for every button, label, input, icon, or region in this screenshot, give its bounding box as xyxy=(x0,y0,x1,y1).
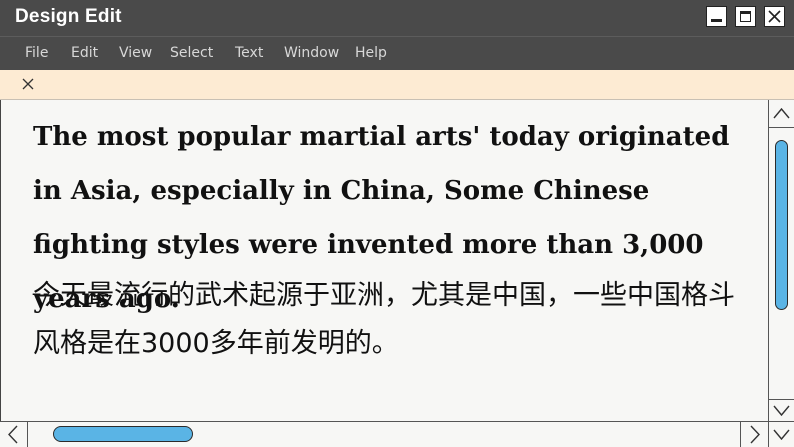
vertical-scroll-thumb[interactable] xyxy=(775,140,788,310)
close-icon xyxy=(768,10,781,23)
chevron-down-icon xyxy=(773,405,790,417)
scroll-down-button[interactable] xyxy=(769,399,794,421)
menu-view[interactable]: View xyxy=(119,45,152,61)
tab-bar xyxy=(0,70,794,100)
close-icon xyxy=(22,78,34,90)
menu-bar: File Edit View Select Text Window Help xyxy=(0,36,794,70)
menu-file[interactable]: File xyxy=(25,45,48,61)
window-title: Design Edit xyxy=(15,6,122,27)
horizontal-scrollbar[interactable] xyxy=(0,421,794,447)
minimize-button[interactable] xyxy=(706,6,727,27)
scroll-right-button[interactable] xyxy=(740,422,768,447)
menu-window[interactable]: Window xyxy=(284,45,339,61)
menu-help[interactable]: Help xyxy=(355,45,387,61)
chevron-left-icon xyxy=(8,425,18,444)
close-button[interactable] xyxy=(764,6,785,27)
chevron-down-icon xyxy=(773,429,790,441)
chevron-right-icon xyxy=(750,425,760,444)
menu-text[interactable]: Text xyxy=(235,45,263,61)
scroll-left-button[interactable] xyxy=(0,422,28,447)
scroll-up-button[interactable] xyxy=(769,100,794,128)
menu-edit[interactable]: Edit xyxy=(71,45,98,61)
menu-select[interactable]: Select xyxy=(170,45,213,61)
tab-close-button[interactable] xyxy=(20,76,36,92)
title-bar[interactable]: Design Edit xyxy=(0,0,794,36)
maximize-button[interactable] xyxy=(735,6,756,27)
horizontal-scroll-thumb[interactable] xyxy=(53,426,193,442)
vertical-scrollbar[interactable] xyxy=(768,100,794,421)
chinese-paragraph: 今天最流行的武术起源于亚洲，尤其是中国，一些中国格斗风格是在3000多年前发明的… xyxy=(33,280,735,359)
scroll-corner-down-button[interactable] xyxy=(768,422,794,447)
chevron-up-icon xyxy=(773,107,790,119)
